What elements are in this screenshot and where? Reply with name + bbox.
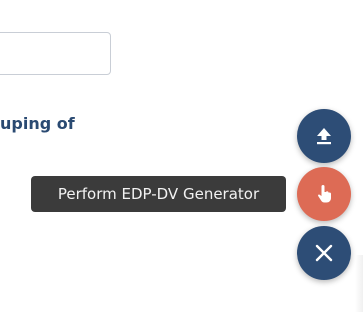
perform-edp-dv-generator-button[interactable] [297, 167, 351, 221]
upload-icon [314, 126, 334, 146]
upload-button[interactable] [297, 109, 351, 163]
close-icon [315, 244, 333, 262]
close-menu-button[interactable] [297, 226, 351, 280]
page-shadow-edge [355, 255, 363, 312]
hand-pointer-icon [313, 183, 335, 205]
section-heading: uping of [0, 114, 75, 133]
perform-tooltip: Perform EDP-DV Generator [31, 176, 286, 212]
text-input[interactable] [0, 32, 111, 75]
